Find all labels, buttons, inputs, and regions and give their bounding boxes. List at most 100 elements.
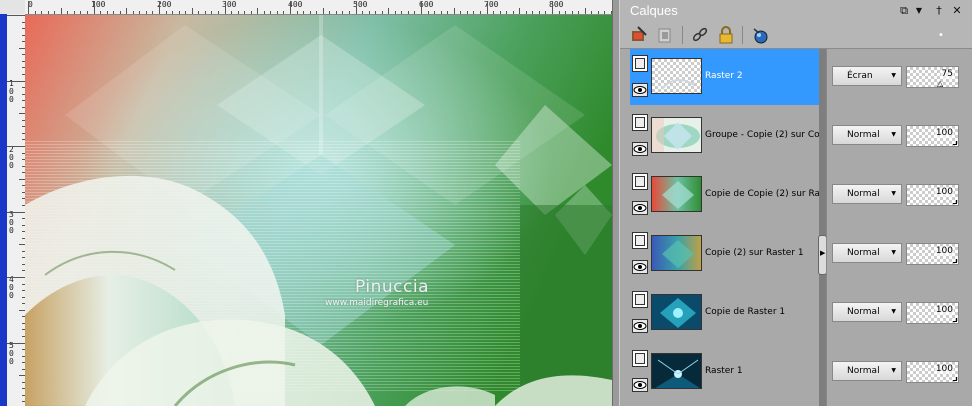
ruler-tick — [460, 11, 462, 14]
layer-row[interactable]: Copie de Raster 1 — [630, 285, 819, 341]
layers-list: Raster 2 Groupe - Copie (2) sur Copie de… — [620, 49, 972, 406]
chevron-down-icon: ▼ — [891, 308, 896, 315]
ruler-tick — [263, 11, 265, 14]
layer-name: Raster 2 — [705, 71, 743, 81]
ruler-tick — [80, 11, 82, 14]
ruler-tick — [126, 8, 128, 14]
link-icon[interactable] — [690, 25, 710, 45]
ruler-tick — [525, 11, 527, 14]
opacity-value: 75 — [940, 69, 954, 79]
lock-icon[interactable] — [716, 25, 736, 45]
panel-header: Calques ⧉ ▼ † ✕ — [620, 0, 972, 22]
opacity-control[interactable]: 100 — [906, 184, 959, 206]
ruler-tick — [178, 11, 180, 14]
ruler-tick — [244, 11, 246, 14]
ruler-tick — [355, 1, 357, 14]
ruler-tick — [447, 11, 449, 14]
ruler-tick — [100, 11, 102, 14]
layer-props: Normal ▼ 100 — [827, 108, 972, 164]
ruler-tick — [453, 8, 455, 14]
mask-icon[interactable] — [655, 25, 675, 45]
dropdown-icon[interactable]: ▼ — [912, 4, 926, 18]
ruler-tick — [407, 11, 409, 14]
eye-icon[interactable] — [632, 201, 648, 215]
ruler-tick — [283, 11, 285, 14]
horizontal-ruler: 0 100 200 300 400 500 600 700 800 — [25, 0, 612, 15]
opacity-control[interactable]: 100 — [906, 302, 959, 324]
eye-icon[interactable] — [632, 260, 648, 274]
layer-thumbnail — [651, 353, 702, 389]
blend-mode-select[interactable]: Normal ▼ — [832, 184, 902, 204]
ruler-tick — [119, 11, 121, 14]
ruler-tick — [335, 11, 337, 14]
layer-row[interactable]: Raster 1 — [630, 344, 819, 400]
ruler-tick — [545, 11, 547, 14]
eye-icon[interactable] — [632, 378, 648, 392]
pin-icon[interactable]: † — [932, 4, 946, 18]
layer-select-icon[interactable] — [632, 232, 648, 249]
blend-mode-value: Normal — [847, 248, 880, 258]
opacity-control[interactable]: 100 — [906, 361, 959, 383]
layer-select-icon[interactable] — [632, 350, 648, 367]
dock-icon[interactable]: ⧉ — [897, 4, 911, 18]
blend-mode-select[interactable]: Normal ▼ — [832, 243, 902, 263]
layer-row[interactable]: Copie de Copie (2) sur Raster 1 — [630, 167, 819, 223]
eye-icon[interactable] — [632, 83, 648, 97]
blend-mode-select[interactable]: Normal ▼ — [832, 302, 902, 322]
layer-thumbnail — [651, 176, 702, 212]
toolbar-separator — [742, 26, 743, 44]
ruler-tick — [86, 11, 88, 14]
eye-icon[interactable] — [632, 319, 648, 333]
close-icon[interactable]: ✕ — [950, 4, 964, 18]
ruler-tick — [401, 11, 403, 14]
layers-scrollbar[interactable] — [819, 49, 826, 406]
ruler-tick — [303, 11, 305, 14]
blend-mode-select[interactable]: Normal ▼ — [832, 361, 902, 381]
layer-row[interactable]: Copie (2) sur Raster 1 — [630, 226, 819, 282]
layer-select-icon[interactable] — [632, 114, 648, 131]
ruler-tick — [185, 11, 187, 14]
watermark-name: Pinuccia — [355, 277, 429, 297]
ruler-label: 4 0 0 — [9, 275, 14, 300]
layer-row[interactable]: Groupe - Copie (2) sur Copie de Copie de… — [630, 108, 819, 164]
image-canvas[interactable]: Pinuccia www.maidiregrafica.eu — [25, 15, 612, 406]
layer-select-icon[interactable] — [632, 173, 648, 190]
blend-mode-select[interactable]: Écran ▼ — [832, 66, 902, 86]
visibility-toggle-icon[interactable] — [750, 25, 770, 45]
opacity-control[interactable]: 100 — [906, 125, 959, 147]
ruler-tick — [172, 11, 174, 14]
opacity-control[interactable]: 100 — [906, 243, 959, 265]
opacity-control[interactable]: 75 △ — [906, 66, 959, 88]
artwork-image — [25, 15, 612, 406]
ruler-tick — [34, 11, 36, 14]
ruler-tick — [322, 8, 324, 14]
panel-splitter[interactable] — [612, 0, 620, 406]
ruler-tick — [591, 11, 593, 14]
layer-select-icon[interactable] — [632, 291, 648, 308]
ruler-tick — [296, 11, 298, 14]
expand-arrow-icon[interactable]: ▶ — [820, 249, 825, 257]
layers-toolbar: • — [620, 22, 972, 49]
layer-select-icon[interactable] — [632, 55, 648, 72]
eye-icon[interactable] — [632, 142, 648, 156]
ruler-tick — [237, 11, 239, 14]
ruler-tick — [473, 11, 475, 14]
ruler-tick — [499, 11, 501, 14]
layer-row[interactable]: Raster 2 — [630, 49, 819, 105]
ruler-tick — [512, 11, 514, 14]
ruler-label: 3 0 0 — [9, 210, 14, 235]
layer-properties-icon[interactable] — [629, 25, 649, 45]
ruler-tick — [47, 11, 49, 14]
ruler-tick — [538, 11, 540, 14]
ruler-tick — [479, 11, 481, 14]
chevron-down-icon: ▼ — [891, 249, 896, 256]
ruler-tick — [113, 11, 115, 14]
ruler-tick — [532, 11, 534, 14]
blend-mode-select[interactable]: Normal ▼ — [832, 125, 902, 145]
ruler-tick — [571, 11, 573, 14]
layer-name: Copie de Raster 1 — [705, 307, 786, 317]
ruler-label: 2 0 0 — [9, 145, 14, 170]
layer-thumbnail — [651, 58, 702, 94]
layer-name: Raster 1 — [705, 366, 743, 376]
ruler-tick — [329, 11, 331, 14]
